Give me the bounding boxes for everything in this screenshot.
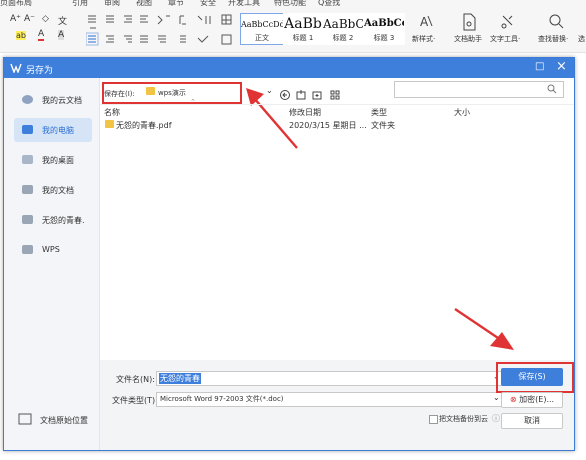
new-style-button[interactable]: 新样式· [412, 34, 435, 44]
backup-label: 把文档备份到云 [439, 415, 488, 423]
search-icon [547, 84, 557, 94]
folder-icon [22, 185, 33, 194]
file-name: 无怨的青春.pdf [116, 121, 172, 130]
original-location-icon [18, 413, 32, 425]
font-color-button[interactable]: A [38, 30, 45, 41]
style-heading2[interactable]: AaBbC 标题 2 [322, 13, 364, 45]
style-heading3[interactable]: AaBbCcI 标题 3 [363, 13, 405, 45]
sidebar-item-my-documents[interactable]: 我的文档 [14, 178, 92, 202]
help-icon[interactable]: ⓘ [492, 413, 500, 424]
file-row[interactable]: 无怨的青春.pdf 2020/3/15 星期日 ... 文件夹 [102, 119, 562, 132]
menu-page-layout[interactable]: 页面布局 [0, 0, 32, 8]
menu-developer[interactable]: 开发工具 [228, 0, 260, 8]
menu-features[interactable]: 特色功能 [274, 0, 306, 8]
select-button[interactable]: 选 [578, 34, 585, 44]
save-button-highlight-box [496, 362, 574, 393]
wps-logo-icon [10, 63, 22, 73]
style-normal[interactable]: AaBbCcDd 正文 [240, 13, 284, 45]
char-shading-button[interactable]: A [58, 30, 65, 40]
text-tools-icon[interactable] [500, 13, 516, 31]
sort-arrow-icon: ⌃ [190, 98, 196, 106]
find-replace-button[interactable]: 查找替换· [538, 34, 568, 44]
column-header-size[interactable]: 大小 [454, 107, 470, 118]
folder-icon [105, 120, 114, 128]
doc-helper-icon[interactable] [462, 13, 476, 31]
filename-value: 无怨的青春 [159, 373, 201, 384]
menu-section[interactable]: 章节 [168, 0, 184, 8]
new-style-icon[interactable]: A [418, 13, 434, 29]
highlight-button[interactable]: ab [16, 31, 26, 40]
close-button[interactable]: × [556, 59, 567, 74]
filename-input[interactable]: 无怨的青春 ⌄ [156, 371, 502, 386]
column-header-modified[interactable]: 修改日期 [289, 107, 321, 118]
column-header-type[interactable]: 类型 [371, 107, 387, 118]
cancel-button[interactable]: 取消 [501, 413, 563, 429]
lock-icon: ⊗ [509, 395, 517, 404]
menu-search[interactable]: Q查找 [318, 0, 340, 8]
font-grow-button[interactable]: A⁺ [10, 14, 21, 24]
paragraph-tools-icon[interactable] [86, 12, 236, 48]
save-in-highlight-box [102, 82, 242, 104]
filetype-value: Microsoft Word 97-2003 文件(*.doc) [160, 395, 284, 403]
filetype-label: 文件类型(T): [112, 396, 158, 405]
folder-icon [22, 215, 33, 224]
save-as-dialog: 另存为 □ × 我的云文档 我的电脑 我的桌面 我的文档 无怨的青春. WPS [3, 57, 575, 451]
dialog-titlebar[interactable]: 另存为 □ × [4, 58, 574, 78]
places-sidebar: 我的云文档 我的电脑 我的桌面 我的文档 无怨的青春. WPS 文档原始位置 [4, 78, 100, 450]
sidebar-item-cloud-docs[interactable]: 我的云文档 [14, 88, 92, 112]
menu-security[interactable]: 安全 [200, 0, 216, 8]
sidebar-item-youth-folder[interactable]: 无怨的青春. [14, 208, 92, 232]
original-location-button[interactable]: 文档原始位置 [12, 408, 90, 432]
desktop-icon [22, 155, 33, 164]
file-type: 文件夹 [371, 121, 395, 130]
encrypt-label: 加密(E)... [519, 395, 555, 404]
column-header-name[interactable]: 名称 [104, 107, 120, 118]
dialog-title: 另存为 [26, 66, 54, 76]
svg-text:A: A [420, 15, 429, 29]
encrypt-button[interactable]: ⊗ 加密(E)... [501, 392, 563, 408]
font-shrink-button[interactable]: A⁻ [24, 14, 35, 24]
maximize-button[interactable]: □ [535, 61, 544, 72]
phonetic-guide-button[interactable]: 文 [58, 14, 67, 27]
sidebar-item-desktop[interactable]: 我的桌面 [14, 148, 92, 172]
menu-view[interactable]: 视图 [136, 0, 152, 8]
annotation-arrow-bottom [454, 308, 514, 350]
backup-checkbox[interactable] [429, 415, 438, 424]
filetype-select[interactable]: Microsoft Word 97-2003 文件(*.doc) ⌄ [156, 392, 502, 407]
menu-review[interactable]: 审阅 [104, 0, 120, 8]
style-heading1[interactable]: AaBb 标题 1 [283, 13, 323, 45]
ribbon-toolbar: 页面布局 引用 审阅 视图 章节 安全 开发工具 特色功能 Q查找 A⁺ A⁻ … [0, 0, 586, 53]
menu-references[interactable]: 引用 [72, 0, 88, 8]
clear-format-button[interactable]: ◇ [42, 14, 49, 24]
text-tools-button[interactable]: 文字工具· [490, 34, 520, 44]
chevron-down-icon[interactable]: ⌄ [493, 393, 500, 402]
cloud-icon [22, 95, 33, 104]
doc-helper-button[interactable]: 文档助手 [454, 34, 482, 44]
computer-icon [22, 125, 33, 134]
file-modified: 2020/3/15 星期日 ... [289, 121, 367, 130]
folder-icon [22, 245, 33, 254]
sidebar-item-my-computer[interactable]: 我的电脑 [14, 118, 92, 142]
find-replace-icon[interactable] [548, 13, 564, 31]
filename-label: 文件名(N): [116, 375, 155, 384]
search-input[interactable] [394, 81, 564, 98]
sidebar-item-wps[interactable]: WPS [14, 238, 92, 262]
